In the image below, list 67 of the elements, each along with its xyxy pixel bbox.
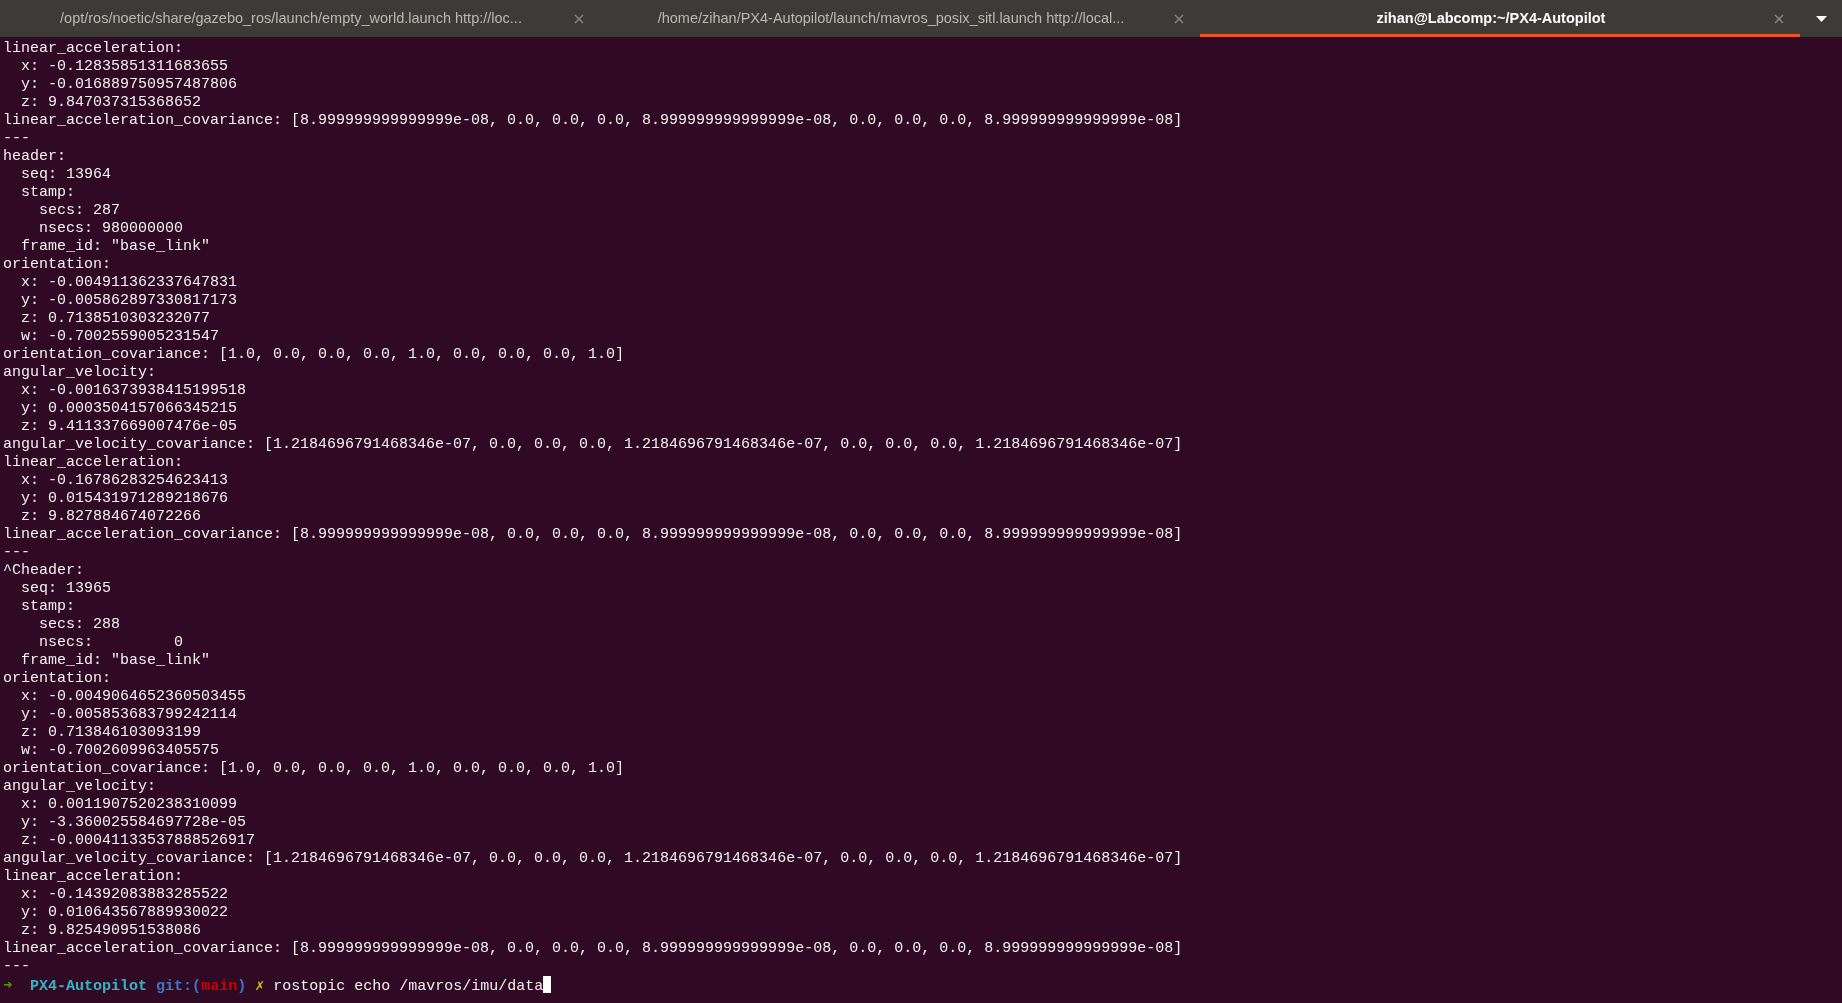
close-icon[interactable] (1174, 13, 1184, 24)
output-line: y: -0.005853683799242114 (20, 706, 238, 723)
dirty-mark: ✗ (255, 978, 265, 995)
close-icon[interactable] (1774, 13, 1784, 24)
output-line: w: -0.7002609963405575 (20, 742, 220, 759)
output-line: x: -0.0049064652360503455 (20, 688, 247, 705)
output-line: ^Cheader: (3, 562, 84, 579)
output-line: x: -0.004911362337647831 (20, 274, 238, 291)
output-line: x: -0.14392083883285522 (20, 886, 229, 903)
output-line: seq: 13965 (20, 580, 112, 597)
output-line: seq: 13964 (20, 166, 112, 183)
output-line: y: -3.360025584697728e-05 (20, 814, 247, 831)
output-line: z: 0.7138510303232077 (20, 310, 211, 327)
dropdown-arrow-icon[interactable] (1815, 15, 1827, 22)
output-line: z: 9.411337669007476e-05 (20, 418, 238, 435)
output-line: x: -0.0016373938415199518 (20, 382, 247, 399)
output-line: stamp: (20, 184, 75, 201)
output-line: z: 9.827884674072266 (20, 508, 202, 525)
directory-name: PX4-Autopilot (30, 978, 148, 995)
output-line: angular_velocity: (3, 364, 157, 381)
output-line: linear_acceleration_covariance: [8.999999999999999e-08, 0.0, 0.0, 0.0, 8.999999999999999e-08, 0.0, 0.0, 0.0, 8.999999999999999e-08] (3, 526, 1183, 543)
close-icon[interactable] (574, 13, 584, 24)
prompt-arrow: ➜ (3, 978, 13, 995)
output-line: z: 9.825490951538086 (20, 922, 202, 939)
git-label: git:( (156, 978, 202, 995)
output-line: x: -0.16786283254623413 (20, 472, 229, 489)
output-line: orientation_covariance: [1.0, 0.0, 0.0, 0.0, 1.0, 0.0, 0.0, 0.0, 1.0] (3, 346, 625, 363)
output-line: --- (3, 958, 30, 975)
output-line: z: -0.00041133537888526917 (20, 832, 256, 849)
terminal-tab[interactable]: zihan@Labcomp:~/PX4-Autopilot (1200, 0, 1800, 37)
branch-name: main (201, 978, 238, 995)
output-line: secs: 288 (38, 616, 121, 633)
output-line: y: 0.0003504157066345215 (20, 400, 238, 417)
output-line: nsecs: 980000000 (38, 220, 184, 237)
output-line: --- (3, 130, 30, 147)
output-line: linear_acceleration_covariance: [8.999999999999999e-08, 0.0, 0.0, 0.0, 8.999999999999999e-08, 0.0, 0.0, 0.0, 8.999999999999999e-08] (3, 112, 1183, 129)
output-line: frame_id: "base_link" (20, 652, 211, 669)
terminal-tab[interactable]: /opt/ros/noetic/share/gazebo_ros/launch/empty_world.launch http://loc... (0, 0, 600, 37)
command-text: rostopic echo /mavros/imu/data (273, 978, 544, 995)
output-line: angular_velocity_covariance: [1.2184696791468346e-07, 0.0, 0.0, 0.0, 1.2184696791468346e-07, 0.0, 0.0, 0.0, 1.2184696791468346e-07] (3, 850, 1183, 867)
output-line: orientation: (3, 670, 112, 687)
output-line: w: -0.7002559005231547 (20, 328, 220, 345)
output-line: y: 0.015431971289218676 (20, 490, 229, 507)
output-line: frame_id: "base_link" (20, 238, 211, 255)
output-line: z: 0.713846103093199 (20, 724, 202, 741)
terminal-tab[interactable]: /home/zihan/PX4-Autopilot/launch/mavros_posix_sitl.launch http://local... (600, 0, 1200, 37)
output-line: linear_acceleration: (3, 868, 184, 885)
text-cursor (543, 976, 552, 993)
output-line: x: 0.0011907520238310099 (20, 796, 238, 813)
output-line: z: 9.847037315368652 (20, 94, 202, 111)
output-line: angular_velocity: (3, 778, 157, 795)
output-line: secs: 287 (38, 202, 121, 219)
output-line: nsecs: 0 (38, 634, 184, 651)
output-line: --- (3, 544, 30, 561)
output-line: linear_acceleration: (3, 454, 184, 471)
output-line: y: 0.010643567889930022 (20, 904, 229, 921)
output-line: y: -0.016889750957487806 (20, 76, 238, 93)
output-line: stamp: (20, 598, 75, 615)
output-line: orientation: (3, 256, 112, 273)
output-line: x: -0.12835851311683655 (20, 58, 229, 75)
output-line: linear_acceleration: (3, 40, 184, 57)
output-line: angular_velocity_covariance: [1.2184696791468346e-07, 0.0, 0.0, 0.0, 1.2184696791468346e-07, 0.0, 0.0, 0.0, 1.2184696791468346e-07] (3, 436, 1183, 453)
output-line: linear_acceleration_covariance: [8.999999999999999e-08, 0.0, 0.0, 0.0, 8.999999999999999e-08, 0.0, 0.0, 0.0, 8.999999999999999e-08] (3, 940, 1183, 957)
git-label: ) (237, 978, 247, 995)
output-line: y: -0.005862897330817173 (20, 292, 238, 309)
output-line: header: (3, 148, 66, 165)
output-line: orientation_covariance: [1.0, 0.0, 0.0, 0.0, 1.0, 0.0, 0.0, 0.0, 1.0] (3, 760, 625, 777)
